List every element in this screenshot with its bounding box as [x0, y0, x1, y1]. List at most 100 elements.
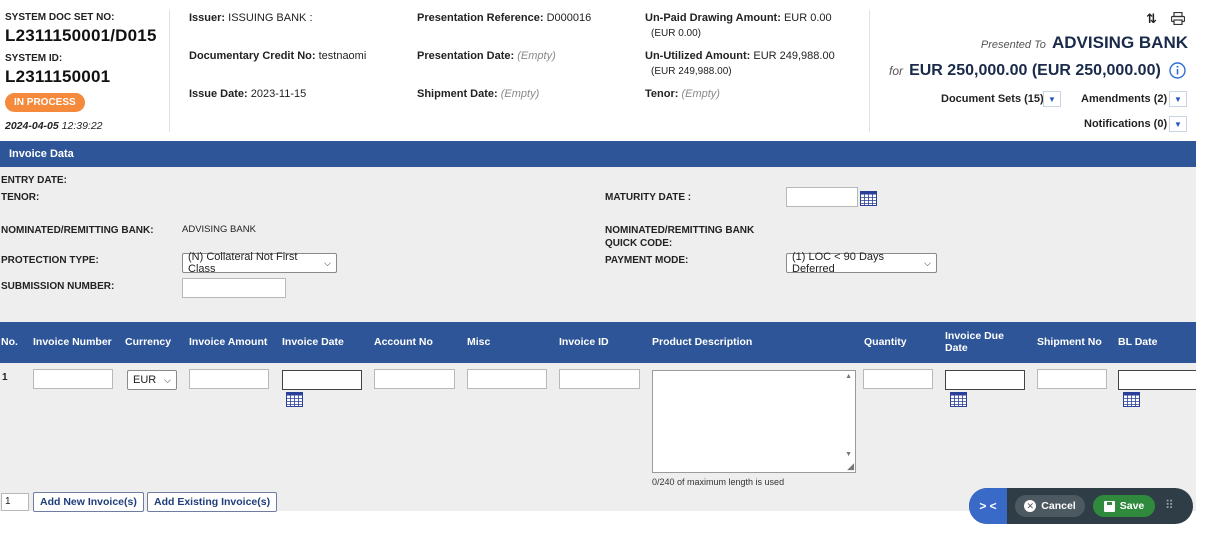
- date-value: 2024-04-05: [5, 120, 59, 132]
- unpaid-label: Un-Paid Drawing Amount:: [645, 12, 781, 24]
- issuer-value: ISSUING BANK :: [228, 12, 313, 24]
- add-new-invoice-button[interactable]: Add New Invoice(s): [33, 492, 144, 512]
- currency-select[interactable]: EUR ⌵: [127, 370, 177, 390]
- pres-ref-value: D000016: [546, 12, 592, 24]
- maturity-date-label: MATURITY DATE :: [605, 192, 692, 203]
- chevron-down-icon: ⌵: [924, 257, 931, 268]
- divider: [169, 10, 170, 132]
- col-currency: Currency: [125, 336, 172, 348]
- header-panel: SYSTEM DOC SET NO: L2311150001/D015 SYST…: [0, 0, 1206, 140]
- invoice-date-input[interactable]: [282, 370, 362, 390]
- info-icon[interactable]: [1169, 62, 1186, 82]
- dc-no-label: Documentary Credit No:: [189, 50, 316, 62]
- save-button[interactable]: Save: [1093, 495, 1155, 517]
- cancel-label: Cancel: [1041, 500, 1076, 512]
- issue-date-field: Issue Date: 2023-11-15: [189, 88, 306, 100]
- save-label: Save: [1119, 500, 1145, 512]
- for-amount: for EUR 250,000.00 (EUR 250,000.00): [889, 62, 1161, 80]
- document-sets-dropdown[interactable]: ▼: [1043, 91, 1061, 107]
- col-invoice-due-line2: Date: [945, 342, 968, 354]
- nominated-bank-value: ADVISING BANK: [182, 224, 256, 235]
- account-no-input[interactable]: [374, 369, 455, 389]
- invoice-due-date-input[interactable]: [945, 370, 1025, 390]
- presented-to: Presented To ADVISING BANK: [981, 33, 1188, 53]
- calendar-icon[interactable]: [860, 191, 877, 206]
- floating-action-bar: > < ✕ Cancel Save ⠿: [969, 488, 1193, 524]
- pres-date-field: Presentation Date: (Empty): [417, 50, 556, 62]
- quick-code-label-line2: QUICK CODE:: [605, 238, 673, 249]
- invoice-table-header: No. Invoice Number Currency Invoice Amou…: [0, 322, 1196, 363]
- for-value: EUR 250,000.00 (EUR 250,000.00): [909, 62, 1161, 79]
- quick-code-label-line1: NOMINATED/REMITTING BANK: [605, 225, 755, 236]
- scroll-up-icon[interactable]: ▲: [845, 373, 852, 380]
- unutil-field: Un-Utilized Amount: EUR 249,988.00: [645, 50, 835, 62]
- ship-date-value: (Empty): [500, 88, 540, 100]
- tenor-value: (Empty): [681, 88, 720, 100]
- sort-icon[interactable]: ⇅: [1146, 11, 1157, 27]
- notifications-label[interactable]: Notifications (0): [1084, 118, 1167, 130]
- protection-type-label: PROTECTION TYPE:: [1, 255, 99, 266]
- misc-input[interactable]: [467, 369, 547, 389]
- scroll-down-icon[interactable]: ▼: [845, 451, 852, 458]
- product-description-textarea[interactable]: ▲ ▼ ◢: [652, 370, 856, 473]
- shipment-no-input[interactable]: [1037, 369, 1107, 389]
- issuer-label: Issuer:: [189, 12, 226, 24]
- dc-no-field: Documentary Credit No: testnaomi: [189, 50, 366, 62]
- collapse-toggle-button[interactable]: > <: [969, 488, 1007, 524]
- col-invoice-due-line1: Invoice Due: [945, 330, 1004, 342]
- protection-type-select[interactable]: (N) Collateral Not First Class ⌵: [182, 251, 337, 275]
- notifications-dropdown[interactable]: ▼: [1169, 116, 1187, 132]
- presented-to-value: ADVISING BANK: [1051, 33, 1188, 52]
- invoice-number-input[interactable]: [33, 369, 113, 389]
- chevron-down-icon: ⌵: [164, 374, 171, 385]
- unpaid-sub: (EUR 0.00): [651, 28, 702, 39]
- for-label: for: [889, 64, 904, 78]
- invoice-form: ENTRY DATE: TENOR: MATURITY DATE : NOMIN…: [0, 167, 1196, 322]
- col-invoice-id: Invoice ID: [559, 336, 609, 348]
- invoice-count-input[interactable]: 1: [1, 493, 29, 511]
- print-icon[interactable]: [1170, 11, 1186, 28]
- save-icon: [1103, 500, 1115, 512]
- chevron-down-icon: ⌵: [324, 257, 331, 268]
- nominated-bank-label: NOMINATED/REMITTING BANK:: [1, 225, 154, 236]
- dc-no-value: testnaomi: [318, 50, 367, 62]
- system-id-label: SYSTEM ID:: [5, 53, 63, 64]
- sys-doc-set-value: L2311150001/D015: [5, 26, 157, 45]
- resize-handle-icon[interactable]: ◢: [847, 461, 854, 472]
- col-invoice-due-date: Invoice Due Date: [945, 330, 1004, 354]
- tenor-label: TENOR:: [1, 192, 40, 203]
- sys-doc-set-label: SYSTEM DOC SET NO:: [5, 12, 115, 23]
- presented-to-label: Presented To: [980, 39, 1046, 51]
- col-account-no: Account No: [374, 336, 433, 348]
- calendar-icon[interactable]: [1123, 392, 1140, 407]
- chevron-down-icon: ▼: [1048, 94, 1056, 104]
- amendments-label[interactable]: Amendments (2): [1081, 93, 1167, 105]
- date-stamp: 2024-04-05 12:39:22: [5, 120, 103, 132]
- submission-number-input[interactable]: [182, 278, 286, 298]
- protection-type-value: (N) Collateral Not First Class: [188, 251, 298, 275]
- unutil-sub: (EUR 249,988.00): [651, 66, 732, 77]
- invoice-id-input[interactable]: [559, 369, 640, 389]
- system-id-value: L2311150001: [5, 67, 111, 86]
- payment-mode-label: PAYMENT MODE:: [605, 255, 689, 266]
- col-invoice-amount: Invoice Amount: [189, 336, 268, 348]
- payment-mode-value: (1) LOC < 90 Days Deferred: [792, 251, 885, 275]
- add-existing-invoice-button[interactable]: Add Existing Invoice(s): [147, 492, 278, 512]
- calendar-icon[interactable]: [286, 392, 303, 407]
- col-quantity: Quantity: [864, 336, 907, 348]
- cancel-button[interactable]: ✕ Cancel: [1015, 495, 1085, 517]
- unutil-label: Un-Utilized Amount:: [645, 50, 751, 62]
- document-sets-label[interactable]: Document Sets (15): [941, 93, 1044, 105]
- quantity-input[interactable]: [863, 369, 933, 389]
- bl-date-input[interactable]: [1118, 370, 1196, 390]
- invoice-amount-input[interactable]: [189, 369, 269, 389]
- amendments-dropdown[interactable]: ▼: [1169, 91, 1187, 107]
- col-shipment-no: Shipment No: [1037, 336, 1102, 348]
- payment-mode-select[interactable]: (1) LOC < 90 Days Deferred ⌵: [786, 251, 937, 275]
- issue-date-value: 2023-11-15: [250, 88, 307, 100]
- maturity-date-input[interactable]: [786, 187, 858, 207]
- drag-handle-icon[interactable]: ⠿: [1165, 498, 1174, 512]
- calendar-icon[interactable]: [950, 392, 967, 407]
- entry-date-label: ENTRY DATE:: [1, 175, 67, 186]
- pres-ref-label: Presentation Reference:: [417, 12, 544, 24]
